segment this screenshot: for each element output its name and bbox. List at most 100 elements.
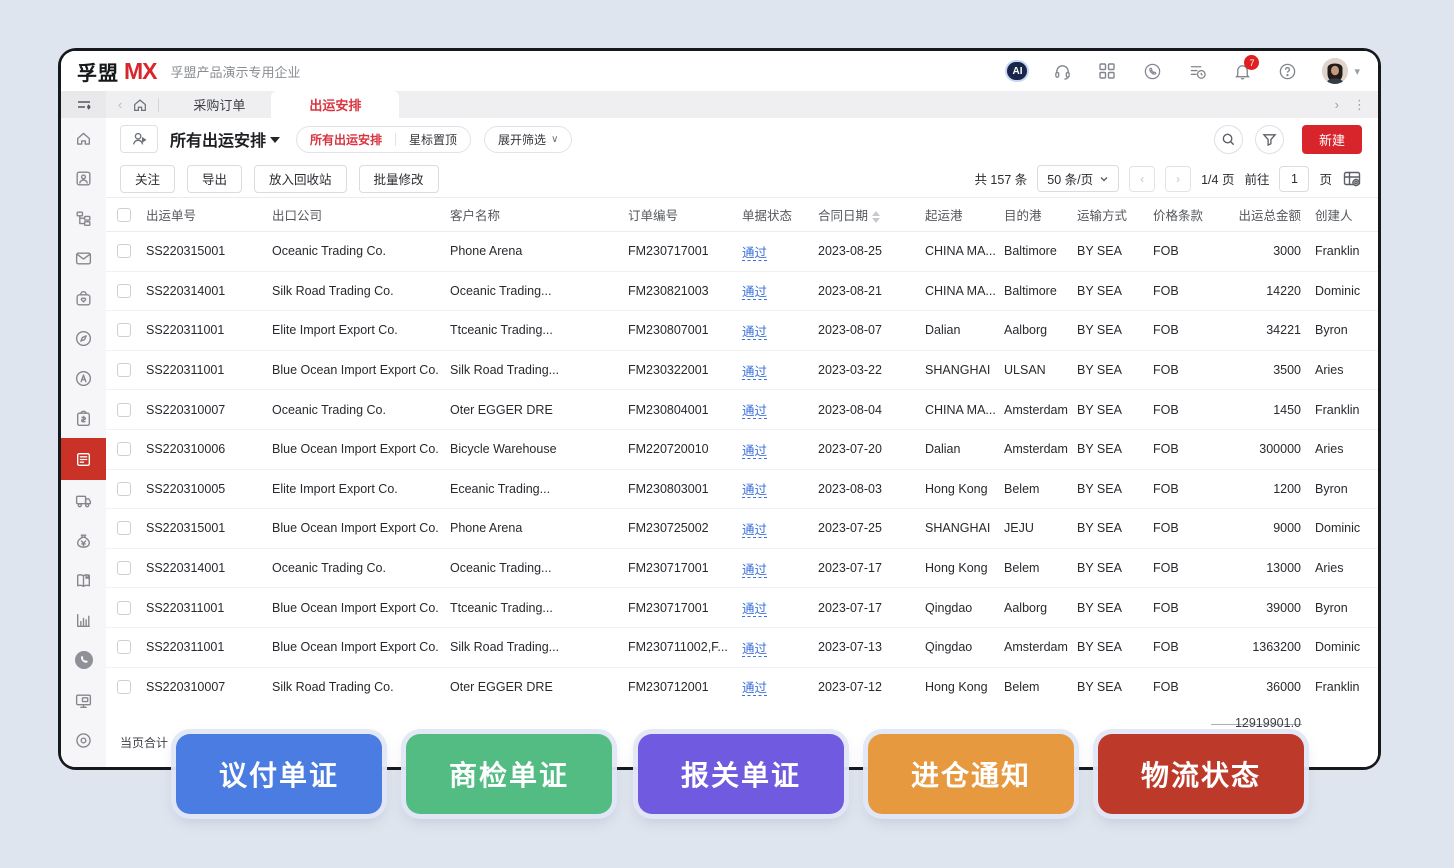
row-checkbox[interactable] (117, 323, 131, 337)
status-link[interactable]: 通过 (742, 523, 767, 537)
sidebar-item-home-icon[interactable] (61, 118, 106, 158)
tab-forward-icon[interactable]: › (1335, 97, 1339, 112)
tab-more-icon[interactable]: ⋮ (1353, 97, 1366, 113)
status-link[interactable]: 通过 (742, 404, 767, 418)
tab-purchase-orders[interactable]: 采购订单 (167, 91, 271, 118)
task-history-icon[interactable] (1187, 61, 1207, 81)
follow-button[interactable]: 关注 (120, 165, 175, 193)
table-row[interactable]: SS220314001Oceanic Trading Co.Oceanic Tr… (106, 549, 1378, 589)
status-link[interactable]: 通过 (742, 444, 767, 458)
goto-label: 前往 (1244, 169, 1269, 188)
flow-button-5[interactable]: 物流状态 (1098, 734, 1304, 814)
user-avatar[interactable] (1322, 58, 1348, 84)
apps-grid-icon[interactable] (1097, 61, 1117, 81)
create-button[interactable]: 新建 (1302, 125, 1362, 154)
search-button[interactable] (1214, 125, 1243, 154)
sidebar-item-workstation-icon[interactable] (61, 680, 106, 720)
status-link[interactable]: 通过 (742, 365, 767, 379)
flow-button-3[interactable]: 报关单证 (638, 734, 844, 814)
table-row[interactable]: SS220310006Blue Ocean Import Export Co.B… (106, 430, 1378, 470)
sidebar-item-compass-icon[interactable] (61, 318, 106, 358)
sort-icon[interactable] (872, 211, 880, 223)
sidebar-item-orders-icon[interactable] (61, 398, 106, 438)
table-row[interactable]: SS220311001Blue Ocean Import Export Co.T… (106, 588, 1378, 628)
table-row[interactable]: SS220311001Elite Import Export Co.Ttcean… (106, 311, 1378, 351)
tabbar: ‹ 采购订单 出运安排 › ⋮ (106, 91, 1378, 118)
view-title[interactable]: 所有出运安排 (170, 127, 280, 151)
sidebar-item-marketing-icon[interactable] (61, 358, 106, 398)
status-link[interactable]: 通过 (742, 563, 767, 577)
select-all-checkbox[interactable] (117, 208, 131, 222)
expand-filter-button[interactable]: 展开筛选∨ (484, 126, 572, 153)
goto-page-input[interactable]: 1 (1279, 166, 1309, 192)
headset-icon[interactable] (1052, 61, 1072, 81)
filter-all-shipping[interactable]: 所有出运安排 (297, 127, 395, 152)
notification-bell-icon[interactable]: 7 (1232, 61, 1252, 81)
tab-shipping-arrangement[interactable]: 出运安排 (271, 91, 399, 118)
cell-exporter: Blue Ocean Import Export Co. (272, 521, 450, 535)
row-checkbox[interactable] (117, 482, 131, 496)
ai-assistant-icon[interactable]: AI (1007, 61, 1027, 81)
sidebar-item-documents-icon[interactable] (61, 438, 106, 480)
tab-back-icon[interactable]: ‹ (118, 97, 122, 112)
row-checkbox[interactable] (117, 403, 131, 417)
row-checkbox[interactable] (117, 640, 131, 654)
table-row[interactable]: SS220310007Silk Road Trading Co.Oter EGG… (106, 668, 1378, 708)
prev-page-button[interactable]: ‹ (1129, 166, 1155, 192)
table-row[interactable]: SS220311001Blue Ocean Import Export Co.S… (106, 351, 1378, 391)
status-link[interactable]: 通过 (742, 681, 767, 695)
whatsapp-icon[interactable] (1142, 61, 1162, 81)
row-checkbox[interactable] (117, 521, 131, 535)
sidebar-item-mail-icon[interactable] (61, 238, 106, 278)
column-header[interactable]: 合同日期 (818, 205, 925, 224)
table-row[interactable]: SS220311001Blue Ocean Import Export Co.S… (106, 628, 1378, 668)
sidebar-item-whatsapp-icon[interactable] (61, 640, 106, 680)
sidebar-item-reports-icon[interactable] (61, 560, 106, 600)
page-size-select[interactable]: 50 条/页 (1037, 165, 1119, 192)
status-link[interactable]: 通过 (742, 246, 767, 260)
row-checkbox[interactable] (117, 442, 131, 456)
row-checkbox[interactable] (117, 284, 131, 298)
next-page-button[interactable]: › (1165, 166, 1191, 192)
flow-button-2[interactable]: 商检单证 (406, 734, 612, 814)
sidebar-item-logistics-icon[interactable] (61, 480, 106, 520)
row-checkbox[interactable] (117, 680, 131, 694)
home-icon[interactable] (132, 97, 148, 113)
cell-terms: FOB (1153, 244, 1227, 258)
avatar-chevron-icon[interactable]: ▾ (1354, 65, 1360, 78)
batch-edit-button[interactable]: 批量修改 (359, 165, 439, 193)
filter-starred[interactable]: 星标置顶 (396, 127, 470, 152)
sidebar-item-products-icon[interactable] (61, 278, 106, 318)
table-row[interactable]: SS220310005Elite Import Export Co.Eceani… (106, 470, 1378, 510)
table-row[interactable]: SS220310007Oceanic Trading Co.Oter EGGER… (106, 390, 1378, 430)
status-link[interactable]: 通过 (742, 642, 767, 656)
topbar: 孚盟 MX 孚盟产品演示专用企业 AI 7 (61, 51, 1378, 91)
column-settings-icon[interactable] (1342, 169, 1362, 189)
row-checkbox[interactable] (117, 363, 131, 377)
export-button[interactable]: 导出 (187, 165, 242, 193)
person-filter-button[interactable] (120, 125, 158, 153)
status-link[interactable]: 通过 (742, 602, 767, 616)
table-row[interactable]: SS220315001Blue Ocean Import Export Co.P… (106, 509, 1378, 549)
row-checkbox[interactable] (117, 601, 131, 615)
help-icon[interactable] (1277, 61, 1297, 81)
table-row[interactable]: SS220315001Oceanic Trading Co.Phone Aren… (106, 232, 1378, 272)
flow-button-1[interactable]: 议付单证 (176, 734, 382, 814)
sidebar-item-contacts-icon[interactable] (61, 158, 106, 198)
sidebar-item-finance-icon[interactable] (61, 520, 106, 560)
status-link[interactable]: 通过 (742, 483, 767, 497)
status-link[interactable]: 通过 (742, 285, 767, 299)
row-checkbox[interactable] (117, 244, 131, 258)
row-checkbox[interactable] (117, 561, 131, 575)
sidebar-item-settings-icon[interactable] (61, 720, 106, 760)
filter-funnel-button[interactable] (1255, 125, 1284, 154)
recycle-button[interactable]: 放入回收站 (254, 165, 347, 193)
cell-customer: Oter EGGER DRE (450, 680, 628, 694)
sidebar-item-org-chart-icon[interactable] (61, 198, 106, 238)
cell-ship-no: SS220310005 (146, 482, 272, 496)
table-row[interactable]: SS220314001Silk Road Trading Co.Oceanic … (106, 272, 1378, 312)
sidebar-collapse-icon[interactable] (61, 91, 106, 118)
sidebar-item-statistics-icon[interactable] (61, 600, 106, 640)
flow-button-4[interactable]: 进仓通知 (868, 734, 1074, 814)
status-link[interactable]: 通过 (742, 325, 767, 339)
